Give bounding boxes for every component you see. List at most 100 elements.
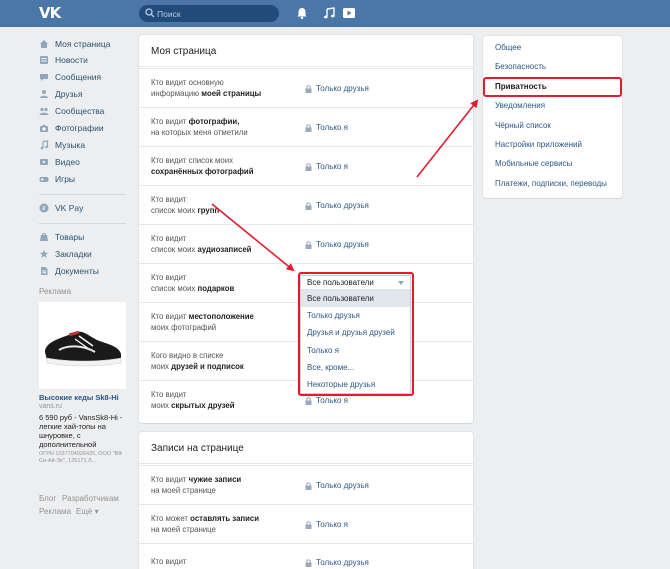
privacy-value-link[interactable]: Только я	[305, 396, 348, 405]
ad-image[interactable]	[39, 302, 126, 389]
left-menu-item-groups[interactable]: Сообщества	[39, 104, 104, 118]
left-menu-item-games[interactable]: Игры	[39, 172, 75, 186]
messages-icon	[40, 74, 48, 81]
dropdown-option[interactable]: Все пользователи	[301, 290, 410, 308]
vkpay-icon: ₽	[39, 203, 49, 213]
left-menu-label: Закладки	[55, 249, 92, 259]
search-input[interactable]	[157, 7, 272, 20]
left-menu-label: Фотографии	[55, 123, 104, 133]
lock-icon	[305, 123, 312, 132]
left-menu-item-my-page[interactable]: Моя страница	[39, 37, 111, 51]
vk-logo[interactable]: VK	[39, 6, 61, 21]
lock-icon	[305, 520, 312, 529]
privacy-dropdown[interactable]: Все пользователи Все пользователи Только…	[300, 275, 411, 395]
dropdown-option[interactable]: Некоторые друзья	[301, 376, 410, 393]
left-menu-label: Музыка	[55, 140, 86, 150]
privacy-value-link[interactable]: Только я	[305, 123, 348, 132]
settings-menu: Общее Безопасность Приватность Уведомлен…	[483, 36, 622, 198]
privacy-value-link[interactable]: Только друзья	[305, 481, 369, 490]
left-menu-item-documents[interactable]: Документы	[39, 264, 99, 278]
settings-menu-item-security[interactable]: Безопасность	[495, 62, 546, 71]
privacy-row-saved-photos: Кто видит список моих сохранённых фотогра…	[139, 146, 473, 185]
ad-product-name[interactable]: Высокие кеды Sk8-Hi	[39, 393, 129, 402]
left-menu-label: Друзья	[55, 89, 83, 99]
chevron-down-icon	[398, 281, 404, 285]
ad-description: 6 590 руб - VansSk8-Hi - легкие хай-топы…	[39, 413, 123, 449]
left-menu-label: VK Pay	[55, 203, 84, 213]
privacy-row-audio: Кто видит список моих аудиозаписей Только…	[139, 224, 473, 263]
settings-menu-item-notifications[interactable]: Уведомления	[495, 101, 545, 110]
left-menu-item-messages[interactable]: Сообщения	[39, 70, 101, 84]
privacy-row-label: Кто видит список моих подарков	[151, 273, 235, 293]
settings-menu-item-payments[interactable]: Платежи, подписки, переводы	[495, 179, 607, 188]
privacy-value-link[interactable]: Только я	[305, 162, 348, 171]
lock-icon	[305, 201, 312, 210]
left-menu-label: Сообщества	[55, 106, 105, 116]
privacy-row-label: Кто видит основную информацию моей страни…	[151, 78, 262, 98]
left-menu-item-goods[interactable]: Товары	[39, 230, 84, 244]
search-icon	[145, 8, 155, 18]
music-note-icon[interactable]	[322, 6, 336, 20]
left-menu-item-photos[interactable]: Фотографии	[39, 121, 104, 135]
left-menu-item-video[interactable]: Видео	[39, 155, 80, 169]
privacy-row-label: Кто видит фотографии, на которых меня отм…	[151, 117, 248, 137]
settings-menu-item-general[interactable]: Общее	[495, 43, 521, 52]
privacy-row-others-posts: Кто видит чужие записи на моей странице Т…	[139, 465, 473, 504]
settings-menu-item-blacklist[interactable]: Чёрный список	[495, 121, 551, 130]
left-menu-item-bookmarks[interactable]: Закладки	[39, 247, 92, 261]
privacy-value-link[interactable]: Только друзья	[305, 240, 369, 249]
settings-menu-item-mobile[interactable]: Мобильные сервисы	[495, 159, 572, 168]
left-menu-item-news[interactable]: Новости	[39, 53, 88, 67]
left-menu-item-music[interactable]: Музыка	[39, 138, 85, 152]
document-icon	[41, 267, 48, 275]
left-menu-divider	[39, 223, 126, 224]
footer-ads-link[interactable]: Реклама	[39, 507, 71, 516]
bookmark-icon	[39, 249, 49, 258]
play-icon[interactable]	[342, 6, 356, 20]
privacy-row-label: Кто видит список моих групп	[151, 195, 220, 215]
news-icon	[40, 56, 48, 64]
settings-menu-item-privacy[interactable]: Приватность	[495, 82, 547, 91]
left-menu-label: Моя страница	[55, 39, 111, 49]
dropdown-option[interactable]: Друзья и друзья друзей	[301, 324, 410, 341]
lock-icon	[305, 481, 312, 490]
privacy-row-main-info: Кто видит основную информацию моей страни…	[139, 68, 473, 107]
posts-privacy-card: Записи на странице Кто видит чужие запис…	[139, 432, 473, 569]
chevron-down-icon: ▾	[94, 507, 99, 516]
settings-menu-item-app-settings[interactable]: Настройки приложений	[495, 140, 582, 149]
privacy-row-groups: Кто видит список моих групп Только друзья	[139, 185, 473, 224]
dropdown-option[interactable]: Только друзья	[301, 307, 410, 324]
privacy-row-tagged-photos: Кто видит фотографии, на которых меня отм…	[139, 107, 473, 146]
left-menu-label: Новости	[55, 55, 88, 65]
privacy-value-link[interactable]: Только друзья	[305, 84, 369, 93]
games-icon	[39, 177, 49, 182]
privacy-value-link[interactable]: Только друзья	[305, 201, 369, 210]
ad-legal-text: ОГРН 1037704026425, ООО "ВФ Си-Ай-Эс", 1…	[39, 451, 123, 464]
privacy-row-label: Кого видно в списке моих друзей и подписо…	[151, 351, 244, 371]
footer-developers-link[interactable]: Разработчикам	[62, 494, 119, 503]
lock-icon	[305, 240, 312, 249]
lock-icon	[305, 84, 312, 93]
left-menu-item-friends[interactable]: Друзья	[39, 87, 83, 101]
ad-url[interactable]: vans.ru	[39, 403, 62, 410]
card-title: Записи на странице	[139, 432, 473, 464]
dropdown-selected-value[interactable]: Все пользователи	[301, 276, 410, 290]
bell-icon[interactable]	[295, 6, 309, 20]
dropdown-option[interactable]: Только я	[301, 342, 410, 359]
lock-icon	[305, 558, 312, 567]
privacy-row-who-can-post: Кто может оставлять записи на моей страни…	[139, 504, 473, 543]
privacy-value-link[interactable]: Только друзья	[305, 558, 369, 567]
lock-icon	[305, 396, 312, 405]
privacy-value-link[interactable]: Только я	[305, 520, 348, 529]
privacy-row-label: Кто видит местоположение моих фотографий	[151, 312, 254, 332]
search-box[interactable]	[139, 5, 279, 22]
left-menu-label: Документы	[55, 266, 99, 276]
footer-blog-link[interactable]: Блог	[39, 494, 56, 503]
left-menu-label: Товары	[55, 232, 85, 242]
goods-icon	[40, 233, 48, 241]
lock-icon	[305, 162, 312, 171]
footer-more-link[interactable]: Ещё ▾	[76, 507, 99, 516]
dropdown-option[interactable]: Все, кроме...	[301, 359, 410, 376]
left-menu-label: Игры	[55, 174, 76, 184]
left-menu-item-vkpay[interactable]: ₽ VK Pay	[39, 201, 83, 215]
